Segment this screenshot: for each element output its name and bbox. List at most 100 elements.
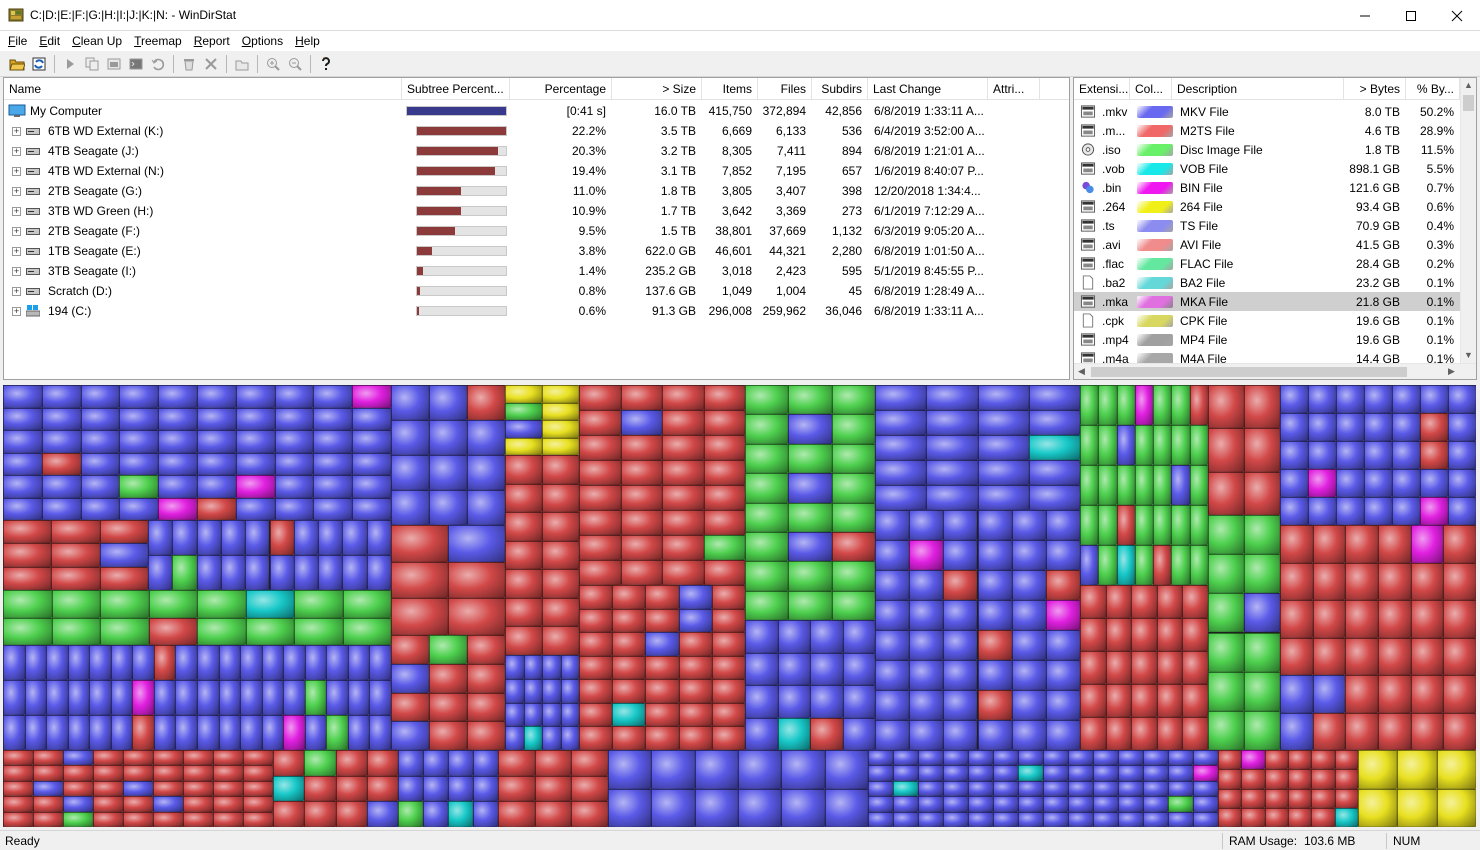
scroll-right-icon[interactable]: ▶ bbox=[1448, 366, 1455, 377]
treemap-tile[interactable] bbox=[473, 801, 498, 827]
treemap-tile[interactable] bbox=[909, 720, 944, 750]
treemap-tile[interactable] bbox=[448, 750, 473, 776]
treemap-tile[interactable] bbox=[1193, 811, 1218, 827]
treemap-tile[interactable] bbox=[1410, 600, 1444, 638]
treemap-tile[interactable] bbox=[926, 435, 978, 460]
treemap-tile[interactable] bbox=[1168, 796, 1193, 812]
treemap-tile[interactable] bbox=[810, 717, 843, 750]
column-bytes[interactable]: > Bytes bbox=[1344, 78, 1406, 100]
treemap-tile[interactable] bbox=[651, 750, 695, 789]
treemap-tile[interactable] bbox=[423, 801, 448, 827]
treemap-tile[interactable] bbox=[175, 645, 197, 680]
menu-options[interactable]: Options bbox=[236, 31, 289, 51]
treemap-tile[interactable] bbox=[542, 726, 561, 750]
treemap-tile[interactable] bbox=[523, 726, 542, 750]
treemap-tile[interactable] bbox=[926, 460, 978, 485]
treemap-tile[interactable] bbox=[781, 750, 825, 789]
treemap-tile[interactable] bbox=[788, 502, 832, 532]
treemap-tile[interactable] bbox=[213, 811, 243, 827]
treemap-tile[interactable] bbox=[694, 750, 738, 789]
treemap-tile[interactable] bbox=[243, 765, 273, 781]
treemap-tile[interactable] bbox=[1280, 469, 1308, 497]
treemap-tile[interactable] bbox=[347, 680, 370, 715]
treemap-tile[interactable] bbox=[220, 520, 246, 555]
treemap-tile[interactable] bbox=[1312, 600, 1346, 638]
treemap-tile[interactable] bbox=[33, 796, 63, 812]
treemap-tile[interactable] bbox=[1018, 765, 1043, 781]
treemap-tile[interactable] bbox=[918, 811, 943, 827]
treemap-tile[interactable] bbox=[1448, 385, 1476, 413]
treemap-tile[interactable] bbox=[235, 475, 275, 498]
treemap-tile[interactable] bbox=[875, 540, 910, 570]
treemap-tile[interactable] bbox=[1345, 637, 1378, 675]
treemap-tile[interactable] bbox=[1068, 750, 1093, 766]
treemap-tile[interactable] bbox=[1244, 593, 1280, 633]
treemap-tile[interactable] bbox=[1028, 460, 1080, 485]
treemap-tile[interactable] bbox=[579, 679, 613, 703]
treemap-tile[interactable] bbox=[1045, 660, 1080, 690]
treemap-tile[interactable] bbox=[304, 750, 336, 776]
treemap-tile[interactable] bbox=[875, 385, 927, 410]
treemap-tile[interactable] bbox=[3, 452, 42, 475]
treemap-tile[interactable] bbox=[1028, 485, 1080, 510]
treemap-tile[interactable] bbox=[352, 497, 391, 520]
treemap-tile[interactable] bbox=[542, 385, 579, 403]
treemap-tile[interactable] bbox=[711, 608, 745, 633]
treemap-tile[interactable] bbox=[67, 680, 90, 715]
treemap-tile[interactable] bbox=[1436, 788, 1476, 827]
treemap-tile[interactable] bbox=[842, 652, 875, 685]
treemap-tile[interactable] bbox=[41, 385, 81, 408]
treemap-tile[interactable] bbox=[579, 632, 613, 656]
treemap-tile[interactable] bbox=[788, 443, 832, 474]
treemap-tile[interactable] bbox=[1098, 545, 1117, 585]
treemap-tile[interactable] bbox=[1312, 525, 1346, 563]
treemap-tile[interactable] bbox=[1193, 765, 1218, 781]
treemap-tile[interactable] bbox=[943, 630, 978, 660]
refresh-selected-button[interactable] bbox=[147, 53, 169, 75]
extension-row[interactable]: .flac FLAC File 28.4 GB 0.2% bbox=[1074, 254, 1464, 273]
treemap-tile[interactable] bbox=[1045, 630, 1080, 660]
treemap-tile[interactable] bbox=[3, 796, 33, 812]
treemap-tile[interactable] bbox=[1436, 750, 1476, 789]
treemap-tile[interactable] bbox=[1018, 811, 1043, 827]
treemap-tile[interactable] bbox=[505, 483, 542, 513]
treemap-tile[interactable] bbox=[745, 717, 778, 750]
treemap-tile[interactable] bbox=[542, 402, 579, 420]
treemap-tile[interactable] bbox=[318, 520, 343, 555]
expand-icon[interactable]: + bbox=[12, 207, 21, 216]
treemap-tile[interactable] bbox=[1068, 811, 1093, 827]
treemap-tile[interactable] bbox=[1068, 796, 1093, 812]
treemap-tile[interactable] bbox=[1420, 469, 1448, 497]
treemap-tile[interactable] bbox=[1244, 515, 1280, 555]
treemap-tile[interactable] bbox=[868, 796, 893, 812]
treemap-tile[interactable] bbox=[1131, 585, 1157, 618]
treemap-tile[interactable] bbox=[1168, 750, 1193, 766]
treemap-tile[interactable] bbox=[283, 680, 305, 715]
treemap-tile[interactable] bbox=[240, 715, 262, 750]
play-button[interactable] bbox=[59, 53, 81, 75]
expand-icon[interactable]: + bbox=[12, 267, 21, 276]
treemap-tile[interactable] bbox=[1208, 428, 1244, 472]
treemap-tile[interactable] bbox=[534, 801, 572, 827]
treemap-tile[interactable] bbox=[3, 475, 42, 498]
treemap-tile[interactable] bbox=[3, 750, 33, 766]
treemap-tile[interactable] bbox=[678, 585, 712, 609]
extension-row[interactable]: .ba2 BA2 File 23.2 GB 0.1% bbox=[1074, 273, 1464, 292]
treemap-tile[interactable] bbox=[1153, 425, 1172, 465]
treemap-tile[interactable] bbox=[505, 569, 542, 598]
explorer-button[interactable] bbox=[103, 53, 125, 75]
treemap-tile[interactable] bbox=[335, 750, 367, 776]
treemap-tile[interactable] bbox=[175, 715, 197, 750]
treemap-tile[interactable] bbox=[294, 590, 343, 618]
treemap-tile[interactable] bbox=[448, 561, 505, 599]
treemap-tile[interactable] bbox=[1358, 788, 1398, 827]
treemap-tile[interactable] bbox=[579, 608, 613, 633]
treemap-tile[interactable] bbox=[423, 775, 448, 802]
treemap-tile[interactable] bbox=[429, 490, 467, 525]
treemap-tile[interactable] bbox=[943, 765, 968, 781]
treemap-tile[interactable] bbox=[274, 385, 314, 408]
treemap-tile[interactable] bbox=[41, 430, 81, 453]
expand-icon[interactable]: + bbox=[12, 147, 21, 156]
treemap-tile[interactable] bbox=[80, 430, 120, 453]
treemap-tile[interactable] bbox=[620, 535, 662, 560]
